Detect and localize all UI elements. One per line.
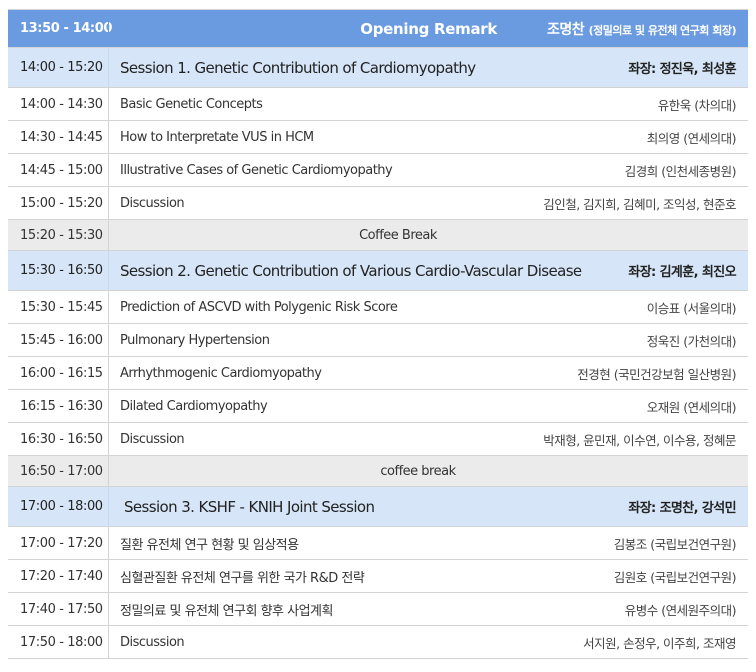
- talk-title: Dilated Cardiomyopathy: [120, 398, 268, 414]
- talk-row: 16:00 - 16:15 Arrhythmogenic Cardiomyopa…: [8, 357, 748, 390]
- content-cell: Session 2. Genetic Contribution of Vario…: [108, 251, 748, 290]
- session-chairs: 좌장: 김계훈, 최진오: [628, 265, 736, 280]
- talk-title: Basic Genetic Concepts: [120, 96, 263, 112]
- session-chairs: 좌장: 조명찬, 강석민: [628, 501, 736, 516]
- time-cell: 16:50 - 17:00: [8, 456, 108, 486]
- session-header-row: 17:00 - 18:00 Session 3. KSHF - KNIH Joi…: [8, 487, 748, 527]
- content-cell: Basic Genetic Concepts 유한욱 (차의대): [108, 88, 748, 120]
- program-table: 13:50 - 14:00 Opening Remark 조명찬 (정밀의료 및…: [8, 9, 748, 659]
- content-cell: Discussion 박재형, 윤민재, 이수연, 이수용, 정혜문: [108, 423, 748, 455]
- talk-row: 14:45 - 15:00 Illustrative Cases of Gene…: [8, 154, 748, 187]
- talk-row: 15:30 - 15:45 Prediction of ASCVD with P…: [8, 291, 748, 324]
- content-cell: Prediction of ASCVD with Polygenic Risk …: [108, 291, 748, 323]
- opening-row: 13:50 - 14:00 Opening Remark 조명찬 (정밀의료 및…: [8, 10, 748, 48]
- talk-title: Arrhythmogenic Cardiomyopathy: [120, 365, 322, 381]
- talk-speaker: 서지원, 손정우, 이주희, 조재영: [583, 635, 736, 651]
- opening-speaker: 조명찬 (정밀의료 및 유전체 연구회 회장): [547, 19, 736, 39]
- talk-speaker: 전경현 (국민건강보험 일산병원): [577, 366, 736, 382]
- time-cell: 13:50 - 14:00: [20, 21, 113, 36]
- content-cell: Pulmonary Hypertension 정욱진 (가천의대): [108, 324, 748, 356]
- talk-title: How to Interpretate VUS in HCM: [120, 129, 314, 145]
- talk-title: 정밀의료 및 유전체 연구회 향후 사업계획: [120, 603, 333, 619]
- talk-speaker: 이승표 (서울의대): [646, 300, 737, 316]
- break-label: coffee break: [380, 463, 456, 479]
- content-cell: Session 3. KSHF - KNIH Joint Session 좌장:…: [108, 487, 748, 526]
- time-cell: 15:30 - 16:50: [20, 263, 103, 278]
- talk-speaker: 김인철, 김지희, 김혜미, 조익성, 현준호: [543, 196, 736, 212]
- talk-title: Pulmonary Hypertension: [120, 332, 270, 348]
- talk-row: 15:45 - 16:00 Pulmonary Hypertension 정욱진…: [8, 324, 748, 357]
- talk-row: 16:30 - 16:50 Discussion 박재형, 윤민재, 이수연, …: [8, 423, 748, 456]
- talk-row: 14:30 - 14:45 How to Interpretate VUS in…: [8, 121, 748, 154]
- talk-title: Prediction of ASCVD with Polygenic Risk …: [120, 299, 398, 315]
- time-cell: 15:45 - 16:00: [20, 332, 103, 348]
- break-row: 16:50 - 17:00 coffee break: [8, 456, 748, 487]
- break-label: Coffee Break: [359, 227, 437, 243]
- session-header-row: 15:30 - 16:50 Session 2. Genetic Contrib…: [8, 251, 748, 291]
- time-cell: 17:00 - 17:20: [20, 535, 103, 551]
- speaker-affiliation: (정밀의료 및 유전체 연구회 회장): [588, 23, 737, 37]
- talk-title: Discussion: [120, 431, 185, 447]
- content-cell: Illustrative Cases of Genetic Cardiomyop…: [108, 154, 748, 186]
- session-chairs: 좌장: 정진욱, 최성훈: [628, 62, 736, 77]
- content-cell: Opening Remark 조명찬 (정밀의료 및 유전체 연구회 회장): [108, 10, 748, 47]
- time-cell: 14:00 - 15:20: [20, 60, 103, 75]
- talk-speaker: 김경희 (인천세종병원): [624, 163, 737, 179]
- time-cell: 15:20 - 15:30: [8, 220, 108, 250]
- time-cell: 17:00 - 18:00: [20, 499, 103, 514]
- time-cell: 15:30 - 15:45: [20, 299, 103, 315]
- talk-title: 심혈관질환 유전체 연구를 위한 국가 R&D 전략: [120, 570, 365, 586]
- content-cell: Arrhythmogenic Cardiomyopathy 전경현 (국민건강보…: [108, 357, 748, 389]
- talk-row: 17:40 - 17:50 정밀의료 및 유전체 연구회 향후 사업계획 유병수…: [8, 593, 748, 626]
- talk-speaker: 정욱진 (가천의대): [646, 333, 737, 349]
- talk-speaker: 김봉조 (국립보건연구원): [613, 536, 737, 552]
- content-cell: Dilated Cardiomyopathy 오재원 (연세의대): [108, 390, 748, 422]
- session-title: Session 2. Genetic Contribution of Vario…: [120, 261, 582, 280]
- session-header-row: 14:00 - 15:20 Session 1. Genetic Contrib…: [8, 48, 748, 88]
- content-cell: 심혈관질환 유전체 연구를 위한 국가 R&D 전략 김원호 (국립보건연구원): [108, 560, 748, 592]
- talk-row: 17:50 - 18:00 Discussion 서지원, 손정우, 이주희, …: [8, 626, 748, 659]
- talk-row: 17:00 - 17:20 질환 유전체 연구 현황 및 임상적용 김봉조 (국…: [8, 527, 748, 560]
- session-title: Session 1. Genetic Contribution of Cardi…: [120, 58, 476, 77]
- content-cell: How to Interpretate VUS in HCM 최의영 (연세의대…: [108, 121, 748, 153]
- talk-title: Discussion: [120, 195, 185, 211]
- speaker-name: 조명찬: [547, 21, 585, 38]
- opening-title: Opening Remark: [360, 19, 498, 38]
- talk-row: 14:00 - 14:30 Basic Genetic Concepts 유한욱…: [8, 88, 748, 121]
- talk-row: 15:00 - 15:20 Discussion 김인철, 김지희, 김혜미, …: [8, 187, 748, 220]
- talk-speaker: 김원호 (국립보건연구원): [613, 569, 737, 585]
- time-cell: 14:45 - 15:00: [20, 162, 103, 178]
- talk-speaker: 최의영 (연세의대): [646, 130, 737, 146]
- time-cell: 14:00 - 14:30: [20, 96, 103, 112]
- talk-row: 17:20 - 17:40 심혈관질환 유전체 연구를 위한 국가 R&D 전략…: [8, 560, 748, 593]
- talk-title: Illustrative Cases of Genetic Cardiomyop…: [120, 162, 393, 178]
- content-cell: Discussion 서지원, 손정우, 이주희, 조재영: [108, 626, 748, 658]
- time-cell: 14:30 - 14:45: [20, 129, 103, 145]
- time-cell: 16:30 - 16:50: [20, 431, 103, 447]
- content-cell: Discussion 김인철, 김지희, 김혜미, 조익성, 현준호: [108, 187, 748, 219]
- time-cell: 16:00 - 16:15: [20, 365, 103, 381]
- time-cell: 17:40 - 17:50: [20, 601, 103, 617]
- talk-speaker: 유한욱 (차의대): [657, 97, 737, 113]
- content-cell: Session 1. Genetic Contribution of Cardi…: [108, 48, 748, 87]
- break-row: 15:20 - 15:30 Coffee Break: [8, 220, 748, 251]
- content-cell: coffee break: [108, 456, 748, 486]
- talk-title: 질환 유전체 연구 현황 및 임상적용: [120, 537, 299, 553]
- content-cell: Coffee Break: [108, 220, 748, 250]
- talk-row: 16:15 - 16:30 Dilated Cardiomyopathy 오재원…: [8, 390, 748, 423]
- session-title: Session 3. KSHF - KNIH Joint Session: [124, 497, 375, 516]
- content-cell: 질환 유전체 연구 현황 및 임상적용 김봉조 (국립보건연구원): [108, 527, 748, 559]
- time-cell: 15:00 - 15:20: [20, 195, 103, 211]
- talk-speaker: 유병수 (연세원주의대): [624, 602, 737, 618]
- time-cell: 16:15 - 16:30: [20, 398, 103, 414]
- content-cell: 정밀의료 및 유전체 연구회 향후 사업계획 유병수 (연세원주의대): [108, 593, 748, 625]
- talk-speaker: 오재원 (연세의대): [646, 399, 737, 415]
- time-cell: 17:20 - 17:40: [20, 568, 103, 584]
- time-cell: 17:50 - 18:00: [20, 634, 103, 650]
- talk-title: Discussion: [120, 634, 185, 650]
- talk-speaker: 박재형, 윤민재, 이수연, 이수용, 정혜문: [543, 432, 736, 448]
